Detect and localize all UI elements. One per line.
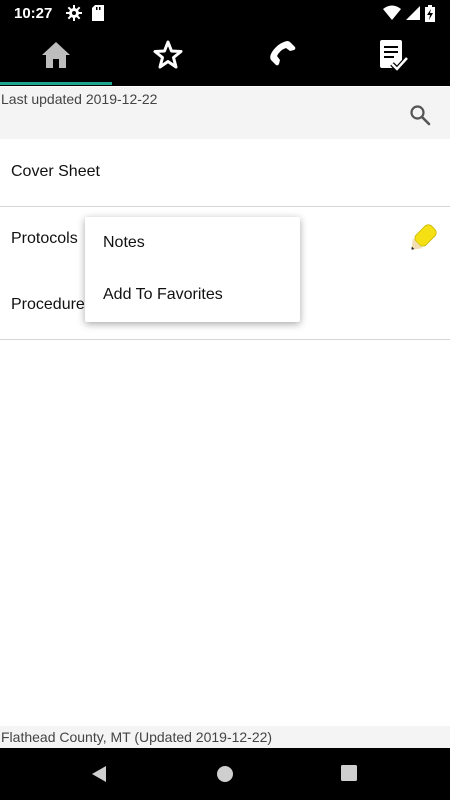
- list-item-label: Protocols: [11, 230, 78, 247]
- battery-icon: [425, 5, 435, 27]
- checklist-icon: [378, 39, 409, 76]
- phone-icon: [265, 39, 297, 76]
- signal-icon: [405, 5, 420, 26]
- back-icon[interactable]: [90, 764, 110, 784]
- tab-favorites[interactable]: [112, 28, 224, 86]
- last-updated-label: Last updated 2019-12-22: [1, 91, 158, 107]
- selected-tab-indicator: [0, 82, 112, 85]
- home-icon: [40, 40, 72, 75]
- menu-item-notes[interactable]: Notes: [85, 217, 300, 269]
- menu-item-add-to-favorites[interactable]: Add To Favorites: [85, 269, 300, 321]
- status-time: 10:27: [14, 5, 53, 22]
- tab-checklist[interactable]: [337, 28, 449, 86]
- list-item-label: Procedures: [11, 296, 93, 313]
- context-menu: Notes Add To Favorites: [85, 217, 300, 322]
- star-icon: [152, 39, 184, 76]
- footer-text: Flathead County, MT (Updated 2019-12-22): [1, 729, 273, 745]
- tab-bar: [0, 28, 450, 86]
- footer: Flathead County, MT (Updated 2019-12-22): [0, 726, 450, 748]
- tab-phone[interactable]: [225, 28, 337, 86]
- menu-item-label: Notes: [103, 234, 145, 251]
- header-bar: Last updated 2019-12-22: [0, 87, 450, 139]
- status-bar: 10:27: [0, 0, 450, 28]
- recents-icon[interactable]: [340, 764, 360, 784]
- sd-card-icon: [92, 5, 104, 26]
- tab-home[interactable]: [0, 28, 112, 86]
- pencil-note-icon[interactable]: [404, 221, 440, 262]
- list-item-cover-sheet[interactable]: Cover Sheet: [0, 140, 450, 207]
- menu-item-label: Add To Favorites: [103, 286, 223, 303]
- system-nav-bar: [0, 748, 450, 800]
- wifi-icon: [383, 5, 401, 26]
- home-circle-icon[interactable]: [215, 764, 235, 784]
- settings-icon: [66, 5, 82, 26]
- search-icon[interactable]: [408, 103, 432, 127]
- list-item-label: Cover Sheet: [11, 163, 100, 180]
